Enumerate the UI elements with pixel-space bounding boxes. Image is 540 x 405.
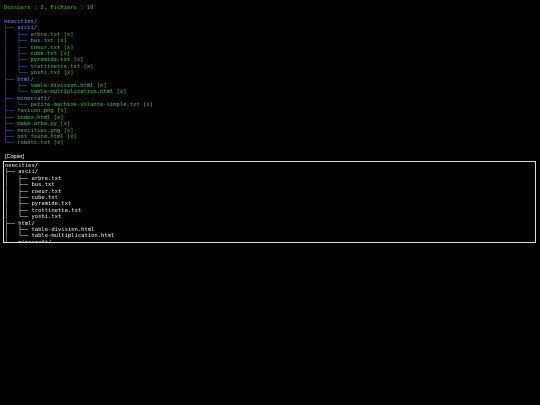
file-open-marker[interactable]: [x] xyxy=(50,140,64,146)
tree-branch: │ ├── xyxy=(4,63,31,70)
file-open-marker[interactable]: [x] xyxy=(70,57,84,63)
tree-branch: │ ├── xyxy=(4,44,31,51)
file-link[interactable]: make-arbo.py xyxy=(17,121,57,127)
file-link[interactable]: neocities.png xyxy=(17,128,60,134)
file-link[interactable]: pyramide.txt xyxy=(31,57,71,63)
tree-branch: │ ├── xyxy=(4,31,31,38)
file-link[interactable]: table-division.html xyxy=(31,83,94,89)
file-open-marker[interactable]: [x] xyxy=(57,121,70,127)
textarea-line: ├── minecraft/ xyxy=(5,239,52,243)
tree-file-row: └── robots.txt [x] xyxy=(4,140,153,146)
file-link[interactable]: coeur.txt xyxy=(31,45,61,51)
tree-branch: │ └── xyxy=(4,70,31,77)
tree-text-content[interactable]: neocities/├── ascii/│ ├── arbre.txt │ ├──… xyxy=(5,163,115,243)
file-open-marker[interactable]: [x] xyxy=(54,108,67,114)
tree-branch: └── xyxy=(4,140,18,147)
tree-branch: ├── xyxy=(4,95,18,102)
file-open-marker[interactable]: [x] xyxy=(64,134,77,140)
file-link[interactable]: arbre.txt xyxy=(31,32,61,38)
tree-branch: │ ├── xyxy=(4,82,31,89)
tree-branch: ├── xyxy=(4,76,18,83)
folder-link[interactable]: minecraft/ xyxy=(17,96,50,102)
file-open-marker[interactable]: [x] xyxy=(80,64,93,70)
tree-branch: ├── xyxy=(4,127,18,134)
copy-button[interactable]: [Copier] xyxy=(4,154,25,161)
textarea-line: │ └── table-multiplication.html xyxy=(5,233,115,240)
summary-counts: Dossiers : 3, Fichiers : 10 xyxy=(4,5,94,11)
file-link[interactable]: yoshi.txt xyxy=(31,70,61,76)
file-open-marker[interactable]: [x] xyxy=(140,102,153,108)
tree-branch: ├── xyxy=(4,25,18,32)
folder-link[interactable]: ascii/ xyxy=(17,25,37,31)
file-tree: neocities/├── ascii/│ ├── arbre.txt [x] │… xyxy=(4,19,153,147)
file-open-marker[interactable]: [x] xyxy=(60,70,74,76)
file-open-marker[interactable]: [x] xyxy=(113,89,127,95)
file-open-marker[interactable]: [x] xyxy=(60,128,74,134)
tree-branch: ├── xyxy=(4,114,18,121)
file-open-marker[interactable]: [x] xyxy=(50,115,64,121)
file-link[interactable]: table-multiplication.html xyxy=(31,89,114,95)
tree-textarea[interactable]: neocities/├── ascii/│ ├── arbre.txt │ ├──… xyxy=(3,161,536,243)
folder-link[interactable]: html/ xyxy=(17,77,34,83)
file-link[interactable]: index.html xyxy=(17,115,50,121)
file-open-marker[interactable]: [x] xyxy=(60,32,74,38)
file-link[interactable]: trottinette.txt xyxy=(31,64,81,70)
tree-branch: ├── xyxy=(4,121,18,128)
tree-branch: │ ├── xyxy=(4,57,31,64)
tree-branch: │ ├── xyxy=(4,38,31,45)
file-link[interactable]: robots.txt xyxy=(17,140,50,146)
file-link[interactable]: bus.txt xyxy=(31,38,54,44)
tree-branch: ├── xyxy=(4,108,18,115)
file-open-marker[interactable]: [x] xyxy=(93,83,107,89)
tree-branch: │ └── xyxy=(4,89,31,96)
file-link[interactable]: favicon.png xyxy=(17,108,53,114)
file-open-marker[interactable]: [x] xyxy=(54,38,67,44)
file-open-marker[interactable]: [x] xyxy=(60,45,74,51)
